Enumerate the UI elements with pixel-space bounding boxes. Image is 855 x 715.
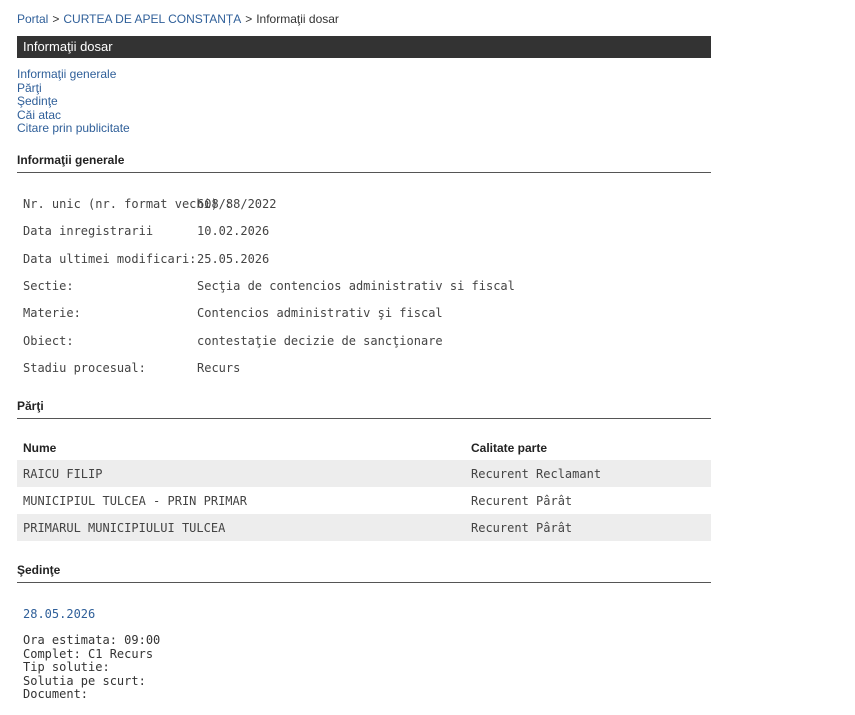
table-row: MUNICIPIUL TULCEA - PRIN PRIMAR Recurent… [17,487,711,514]
info-row-data-modificari: Data ultimei modificari:25.05.2026 [23,252,269,266]
info-value: Contencios administrativ şi fiscal [197,306,443,320]
hearing-details: Ora estimata: 09:00 Complet: C1 Recurs T… [23,633,161,702]
section-nav: Informaţii generale Părţi Şedinţe Căi at… [17,67,130,136]
breadcrumb: Portal > CURTEA DE APEL CONSTANȚA > Informaţ… [17,12,339,26]
info-value: 10.02.2026 [197,224,270,238]
info-label: Stadiu procesual: [23,361,146,375]
nav-link-citare-publicitate[interactable]: Citare prin publicitate [17,121,130,136]
breadcrumb-current: Informaţii dosar [256,12,339,26]
hearing-solutia-pe-scurt: Solutia pe scurt: [23,673,146,688]
party-name: MUNICIPIUL TULCEA - PRIN PRIMAR [23,493,247,508]
info-row-stadiu: Stadiu procesual: Recurs [23,361,240,375]
breadcrumb-separator: > [245,12,253,26]
info-value: Secţia de contencios administrativ si fi… [197,279,515,293]
table-row: PRIMARUL MUNICIPIULUI TULCEA Recurent Pâ… [17,514,711,541]
info-row-obiect: Obiect: contestaţie decizie de sancţionar… [23,334,443,348]
hearing-ora-estimata: Ora estimata: 09:00 [23,633,161,647]
hearing-complet: Complet: C1 Recurs [23,646,154,661]
info-row-data-inregistrarii: Data inregistrarii 10.02.2026 [23,224,269,238]
info-label: Data inregistrarii [23,224,154,238]
breadcrumb-court-link[interactable]: CURTEA DE APEL CONSTANȚA [63,12,241,26]
breadcrumb-portal-link[interactable]: Portal [17,12,48,26]
nav-link-parti[interactable]: Părţi [17,81,130,96]
hearing-date: 28.05.2026 [23,607,96,621]
parti-table: Nume Calitate parte RAICU FILIP Recurent… [17,436,711,541]
nav-link-informatii-generale[interactable]: Informaţii generale [17,67,130,82]
party-name: RAICU FILIP [17,460,465,487]
info-label: Nr. unic (nr. format vechi) : [23,197,233,211]
party-name: PRIMARUL MUNICIPIULUI TULCEA [17,514,465,541]
info-row-sectie: Sectie: Secţia de contencios administrati… [23,279,515,293]
breadcrumb-separator: > [52,12,60,26]
table-header-row: Nume Calitate parte [17,436,711,460]
parti-heading: Părţi [17,399,711,419]
sedinte-heading: Şedinţe [17,563,711,583]
table-row: RAICU FILIP Recurent Reclamant [17,460,711,487]
info-value: contestaţie decizie de sancţionare [197,334,443,348]
page-title: Informaţii dosar [17,36,711,58]
info-label: Sectie: [23,279,74,293]
column-header-calitate: Calitate parte [471,441,548,455]
hearing-tip-solutie: Tip solutie: [23,660,110,674]
hearing-document: Document: [23,687,89,701]
info-row-materie: Materie: Contencios administrativ şi fisc… [23,306,443,320]
info-row-nr-unic: Nr. unic (nr. format vechi) :608/88/2022 [23,197,276,211]
general-info-heading: Informaţii generale [17,153,711,173]
nav-link-cai-atac[interactable]: Căi atac [17,108,130,123]
party-role: Recurent Reclamant [465,460,711,487]
info-value: Recurs [197,361,241,375]
party-role: Recurent Pârât [465,514,711,541]
column-header-nume: Nume [23,441,57,455]
info-label: Materie: [23,306,81,320]
info-value: 608/88/2022 [197,197,277,211]
party-role: Recurent Pârât [471,493,573,508]
info-label: Data ultimei modificari: [23,252,197,266]
nav-link-sedinte[interactable]: Şedinţe [17,94,130,109]
info-label: Obiect: [23,334,74,348]
info-value: 25.05.2026 [197,252,270,266]
